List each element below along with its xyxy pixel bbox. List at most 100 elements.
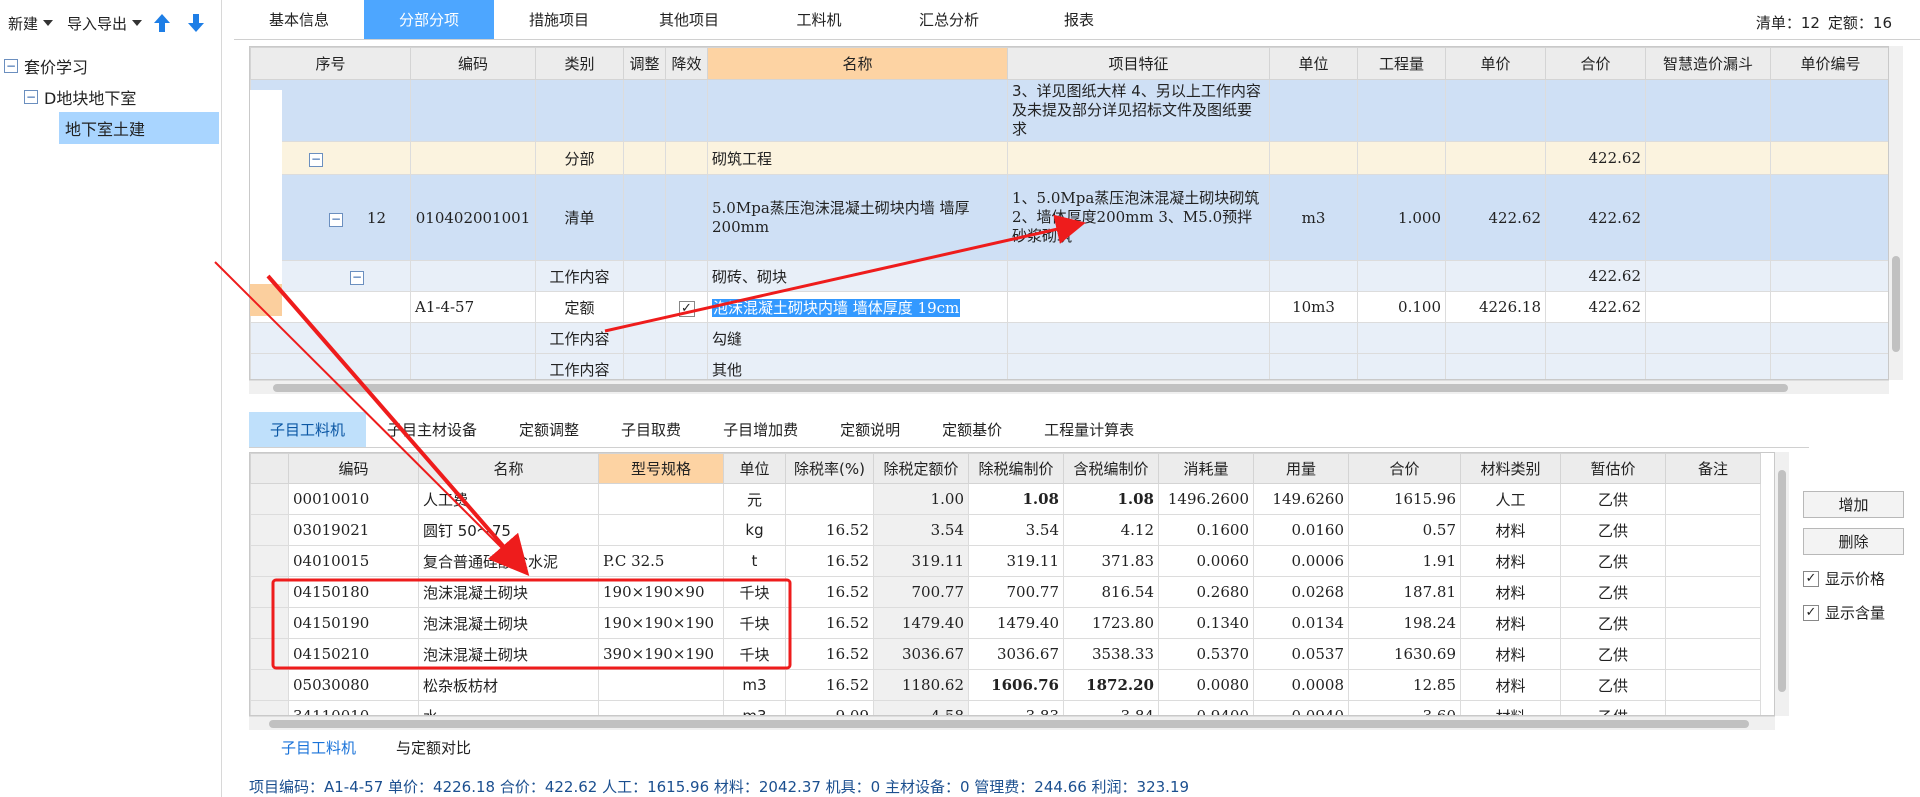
unit-cell[interactable]: m3 [1269,174,1358,261]
cell[interactable]: 乙供 [1560,576,1666,608]
total-cell[interactable]: 422.62 [1545,174,1646,261]
table-row-qingdan[interactable]: − 12 010402001001 清单 5.0Mpa蒸压泡沫混凝土砌块内墙 墙厚… [250,174,1888,261]
cell[interactable]: 00010010 [288,483,419,515]
checkbox-checked-icon[interactable]: ✓ [1803,604,1819,621]
cell[interactable]: 16.52 [785,607,874,639]
cell[interactable]: 材料 [1460,576,1561,608]
table-row[interactable]: 05030080 松杂板枋材 m3 16.52 1180.62 1606.76 1872.2… [250,669,1761,701]
feature-cell[interactable]: 3、详见图纸大样 4、另以上工作内容及未提及部分详见招标文件及图纸要求 [1007,79,1270,142]
show-price-toggle[interactable]: ✓ 显示价格 [1803,568,1885,589]
cell[interactable]: 人工 [1460,483,1561,515]
collapse-icon[interactable]: − [329,212,343,227]
cell[interactable]: 0.0940 [1253,700,1349,715]
name-cell[interactable]: 5.0Mpa蒸压泡沫混凝土砌块内墙 墙厚200mm [707,174,1008,261]
cell[interactable] [1665,576,1761,608]
cell[interactable]: 0.0537 [1253,638,1349,670]
table-row[interactable]: 04150190 泡沫混凝土砌块 190×190×190 千块 16.52 1479.40… [250,607,1761,639]
col-header[interactable]: 合价 [1545,47,1646,80]
tab-reports[interactable]: 报表 [1014,0,1144,39]
cell[interactable]: 3.60 [1348,700,1461,715]
name-cell[interactable]: 砌砖、砌块 [707,260,1008,292]
col-header[interactable]: 项目特征 [1007,47,1270,80]
collapse-icon[interactable]: − [309,153,323,167]
row-header-cell[interactable] [250,483,289,515]
cell[interactable]: 乙供 [1560,483,1666,515]
col-header[interactable]: 含税编制价 [1063,453,1159,484]
cell[interactable]: 0.0060 [1158,545,1254,577]
move-up-button[interactable] [148,9,176,37]
cell[interactable]: 319.11 [873,545,969,577]
cell[interactable] [1665,483,1761,515]
cell[interactable]: 0.0006 [1253,545,1349,577]
cell[interactable]: 千块 [723,576,786,608]
col-header[interactable]: 降效 [665,47,708,80]
cell[interactable]: 190×190×90 [598,576,724,608]
col-header[interactable]: 序号 [250,47,411,80]
move-down-button[interactable] [182,9,210,37]
cell[interactable]: 材料 [1460,669,1561,701]
cell[interactable]: 千块 [723,638,786,670]
table-row-fenbu[interactable]: − 分部 砌筑工程 422.62 [250,141,1888,175]
cell[interactable]: 390×190×190 [598,638,724,670]
cell[interactable]: 材料 [1460,638,1561,670]
tab-surcharge[interactable]: 子目增加费 [702,412,819,447]
cell[interactable]: m3 [723,700,786,715]
add-button[interactable]: 增加 [1803,491,1904,518]
cell[interactable]: m3 [723,669,786,701]
cell[interactable]: 190×190×190 [598,607,724,639]
tab-fee[interactable]: 子目取费 [600,412,702,447]
table-row[interactable]: 3、详见图纸大样 4、另以上工作内容及未提及部分详见招标文件及图纸要求 [250,79,1888,142]
grid2-vscrollbar[interactable] [1775,452,1789,716]
cell[interactable]: 16.52 [785,669,874,701]
code-cell[interactable]: A1-4-57 [410,291,536,323]
price-cell[interactable]: 422.62 [1445,174,1546,261]
cell[interactable] [1665,545,1761,577]
cell[interactable]: 3036.67 [968,638,1064,670]
name-edit-selection[interactable]: 泡沫混凝土砌块内墙 墙体厚度 19cm [712,298,961,317]
cell[interactable] [1665,669,1761,701]
collapse-icon[interactable]: − [24,89,38,104]
tab-fenbu-fenxiang[interactable]: 分部分项 [364,0,494,39]
tab-other-items[interactable]: 其他项目 [624,0,754,39]
qty-cell[interactable]: 0.100 [1357,291,1446,323]
type-cell[interactable]: 工作内容 [535,353,624,379]
table-row[interactable]: 04150210 泡沫混凝土砌块 390×190×190 千块 16.52 3036.67… [250,638,1761,670]
col-header[interactable]: 除税率(%) [785,453,874,484]
cell[interactable]: 319.11 [968,545,1064,577]
tab-bottom-materials[interactable]: 子目工料机 [281,737,356,758]
cell[interactable] [1665,514,1761,546]
row-header-cell[interactable] [250,545,289,577]
checkbox-checked-icon[interactable]: ✓ [1803,570,1819,587]
unit-cell[interactable]: 10m3 [1269,291,1358,323]
cell[interactable]: 04010015 [288,545,419,577]
col-header[interactable]: 单价编号 [1770,47,1888,80]
col-header[interactable]: 暂估价 [1560,453,1666,484]
cell[interactable]: 198.24 [1348,607,1461,639]
tree-node-child[interactable]: − D地块地下室 [0,81,221,112]
cell[interactable]: 1.91 [1348,545,1461,577]
col-header[interactable]: 编码 [410,47,536,80]
row-header-cell[interactable] [250,576,289,608]
col-header[interactable]: 材料类别 [1460,453,1561,484]
tab-quota-adjust[interactable]: 定额调整 [498,412,600,447]
col-header[interactable]: 名称 [707,47,1008,80]
total-cell[interactable]: 422.62 [1545,141,1646,175]
cell[interactable]: 材料 [1460,607,1561,639]
tab-main-equipment[interactable]: 子目主材设备 [366,412,498,447]
table-row-dinge[interactable]: A1-4-57 定额 ✓ 泡沫混凝土砌块内墙 墙体厚度 19cm 10m3 0.… [250,291,1888,323]
cell[interactable]: 34110010 [288,700,419,715]
grid1-vscrollbar[interactable] [1889,46,1903,380]
cell[interactable]: 0.0080 [1158,669,1254,701]
cell[interactable]: 4.12 [1063,514,1159,546]
cell[interactable]: 乙供 [1560,545,1666,577]
tab-basic-info[interactable]: 基本信息 [234,0,364,39]
tab-materials[interactable]: 工料机 [754,0,884,39]
col-header[interactable]: 合价 [1348,453,1461,484]
tab-measures[interactable]: 措施项目 [494,0,624,39]
cell[interactable] [1665,638,1761,670]
feature-cell[interactable]: 1、5.0Mpa蒸压泡沫混凝土砌块砌筑 2、墙体厚度200mm 3、M5.0预拌… [1007,174,1270,261]
cell[interactable]: 1496.2600 [1158,483,1254,515]
total-cell[interactable]: 422.62 [1545,260,1646,292]
table-row[interactable]: 04010015 复合普通硅酸盐水泥 P.C 32.5 t 16.52 319.11 319… [250,545,1761,577]
cell[interactable]: 材料 [1460,700,1561,715]
